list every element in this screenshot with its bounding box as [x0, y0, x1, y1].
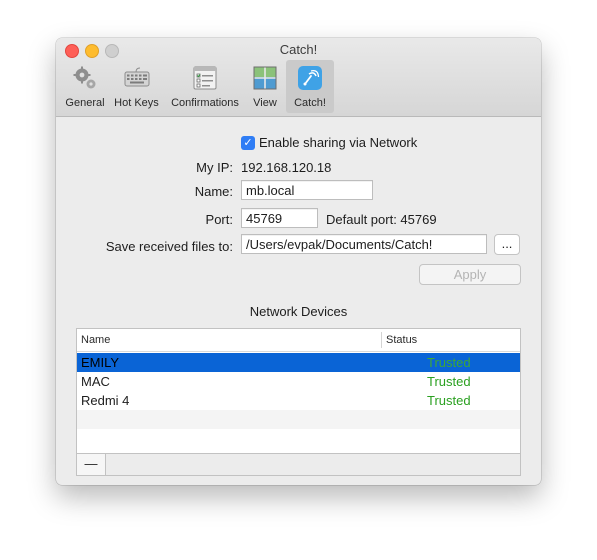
enable-sharing-label: Enable sharing via Network — [259, 135, 418, 150]
settings-panel: ✓ Enable sharing via Network My IP: 192.… — [56, 117, 541, 485]
remove-device-button[interactable]: — — [77, 454, 106, 475]
table-row[interactable]: EMILY Trusted — [77, 353, 520, 372]
my-ip-label: My IP: — [196, 160, 233, 175]
name-label: Name: — [194, 184, 233, 199]
enable-sharing-checkbox[interactable]: ✓ — [241, 136, 255, 150]
name-field[interactable]: mb.local — [241, 180, 373, 200]
device-status: Trusted — [427, 393, 471, 408]
checkmark-icon: ✓ — [243, 137, 253, 149]
toolbar-hot-keys[interactable]: Hot Keys — [111, 60, 162, 113]
toolbar-confirmations-label: Confirmations — [171, 97, 239, 109]
default-port-text: Default port: 45769 — [326, 212, 437, 227]
my-ip-value: 192.168.120.18 — [241, 160, 332, 175]
toolbar-general-label: General — [65, 97, 105, 109]
view-icon — [253, 66, 277, 90]
device-name: EMILY — [81, 355, 120, 370]
checklist-icon — [193, 66, 217, 90]
window-title: Catch! — [279, 42, 318, 57]
device-name: MAC — [81, 374, 110, 389]
device-status: Trusted — [427, 355, 471, 370]
title-bar: Catch! General Hot Keys Confirmations Vi… — [56, 38, 541, 117]
column-header-status[interactable]: Status — [386, 334, 417, 346]
toolbar-hot-keys-label: Hot Keys — [114, 97, 159, 109]
toolbar-view-label: View — [253, 97, 277, 109]
toolbar-view[interactable]: View — [248, 60, 282, 113]
save-location-label: Save received files to: — [105, 239, 233, 254]
save-path-field[interactable]: /Users/evpak/Documents/Catch! — [241, 234, 487, 254]
port-label: Port: — [205, 212, 233, 227]
keyboard-icon — [124, 67, 149, 87]
column-divider[interactable] — [381, 332, 382, 348]
table-footer: — — [76, 454, 521, 476]
device-name: Redmi 4 — [81, 393, 130, 408]
toolbar-catch[interactable]: Catch! — [286, 60, 334, 113]
preferences-window: Catch! General Hot Keys Confirmations Vi… — [56, 38, 541, 485]
toolbar-confirmations[interactable]: Confirmations — [167, 60, 243, 113]
devices-table: Name Status EMILY Trusted MAC Trusted Re… — [76, 328, 521, 454]
gear-icon — [73, 66, 96, 89]
table-header: Name Status — [77, 329, 520, 352]
toolbar-catch-label: Catch! — [294, 97, 326, 109]
table-row[interactable]: Redmi 4 Trusted — [77, 391, 520, 410]
port-field[interactable]: 45769 — [241, 208, 318, 228]
toolbar-general[interactable]: General — [62, 60, 108, 113]
column-header-name[interactable]: Name — [81, 334, 110, 346]
browse-button[interactable]: ... — [494, 234, 520, 255]
device-status: Trusted — [427, 374, 471, 389]
empty-row — [77, 410, 520, 429]
table-row[interactable]: MAC Trusted — [77, 372, 520, 391]
network-devices-title: Network Devices — [249, 304, 348, 319]
catch-icon — [298, 66, 322, 90]
apply-button[interactable]: Apply — [419, 264, 521, 285]
